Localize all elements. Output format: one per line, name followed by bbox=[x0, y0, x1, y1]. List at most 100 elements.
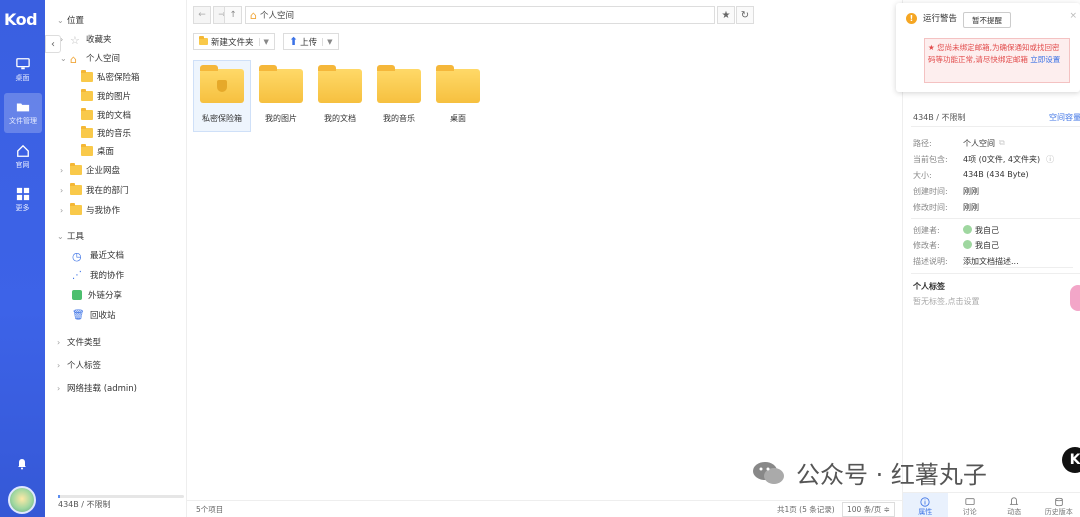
star-icon[interactable]: ★ bbox=[717, 6, 735, 24]
bind-now-link[interactable]: 立即设置 bbox=[1030, 55, 1060, 64]
chevron-down-icon[interactable]: ▼ bbox=[322, 37, 333, 46]
tree-section-tools[interactable]: ⌄ 工具 bbox=[57, 230, 84, 243]
rail-item-file-manager[interactable]: 文件管理 bbox=[4, 93, 42, 133]
folder-icon bbox=[81, 144, 93, 156]
tab-history[interactable]: 历史版本 bbox=[1037, 493, 1080, 517]
folder-icon bbox=[259, 65, 303, 103]
info-modifier: 修改者: 我自己 bbox=[913, 240, 999, 250]
clock-icon: ◷ bbox=[72, 250, 82, 263]
file-item[interactable]: 我的音乐 bbox=[370, 60, 428, 132]
grid-icon bbox=[16, 187, 29, 201]
up-button[interactable]: ↑ bbox=[224, 6, 242, 24]
back-button[interactable]: ← bbox=[193, 6, 211, 24]
star-icon: ☆ bbox=[70, 34, 80, 47]
close-icon[interactable]: × bbox=[1069, 11, 1077, 21]
tree-item-documents[interactable]: 我的文档 bbox=[81, 108, 131, 121]
tree-item-my-collab[interactable]: ⋰ 我的协作 bbox=[72, 269, 124, 281]
upload-button[interactable]: ⬆ 上传 ▼ bbox=[282, 33, 339, 50]
collapse-tree-button[interactable]: ‹ bbox=[45, 35, 61, 53]
quota-link[interactable]: 空间容量 bbox=[1049, 112, 1080, 123]
info-size: 大小: 434B (434 Byte) bbox=[913, 170, 1029, 180]
snooze-button[interactable]: 暂不提醒 bbox=[963, 12, 1011, 28]
folder-icon bbox=[81, 89, 93, 101]
folder-tree: ⌄ 位置 › ☆ 收藏夹 ⌄ ⌂ 个人空间 私密保险箱 我的图片 我的文档 我的音乐 桌面… bbox=[45, 0, 187, 517]
folder-icon bbox=[436, 65, 480, 103]
tree-item-department[interactable]: › 我在的部门 bbox=[60, 183, 129, 196]
desc-input[interactable]: 添加文档描述... bbox=[963, 256, 1073, 268]
tree-item-music[interactable]: 我的音乐 bbox=[81, 126, 131, 139]
tree-item-desktop[interactable]: 桌面 bbox=[81, 144, 114, 157]
folder-icon bbox=[81, 126, 93, 138]
asterisk-icon: ★ bbox=[928, 43, 935, 52]
nav-rail: Kod 桌面 文件管理 官网 更多 bbox=[0, 0, 45, 517]
chevron-right-icon: › bbox=[57, 360, 61, 370]
bell-icon[interactable] bbox=[16, 458, 28, 470]
chevron-right-icon: › bbox=[60, 34, 64, 44]
tree-item-recent[interactable]: ◷ 最近文档 bbox=[72, 249, 124, 263]
copy-icon[interactable]: ⧉ bbox=[999, 138, 1005, 149]
per-page-select[interactable]: 100 条/页 ≑ bbox=[842, 502, 895, 517]
tree-section-filetype[interactable]: › 文件类型 bbox=[57, 336, 101, 349]
tree-item-recycle[interactable]: 🗑 回收站 bbox=[72, 309, 116, 321]
breadcrumb-item[interactable]: 个人空间 bbox=[260, 9, 294, 21]
file-grid: 私密保险箱 我的图片 我的文档 我的音乐 桌面 bbox=[193, 60, 488, 132]
file-item[interactable]: 我的图片 bbox=[252, 60, 310, 132]
new-folder-button[interactable]: 新建文件夹 ▼ bbox=[193, 33, 275, 50]
floating-handle[interactable] bbox=[1070, 285, 1080, 311]
tab-properties[interactable]: 属性 bbox=[903, 493, 948, 517]
chevron-down-icon[interactable]: ▼ bbox=[258, 37, 269, 46]
tags-title: 个人标签 bbox=[913, 282, 945, 291]
info-quota: 434B / 不限制 空间容量 bbox=[913, 112, 1080, 123]
tree-item-vault[interactable]: 私密保险箱 bbox=[81, 70, 140, 83]
link-share-icon bbox=[72, 290, 82, 300]
avatar[interactable] bbox=[8, 486, 36, 514]
app-logo[interactable]: Kod bbox=[4, 10, 38, 29]
quota-text: 434B / 不限制 bbox=[58, 500, 111, 509]
chevron-right-icon: › bbox=[60, 185, 64, 195]
rail-item-website[interactable]: 官网 bbox=[0, 137, 45, 177]
tree-section-location[interactable]: ⌄ 位置 bbox=[57, 14, 84, 27]
bell-icon bbox=[1009, 497, 1019, 505]
info-icon[interactable]: ⓘ bbox=[1046, 154, 1054, 165]
folder-icon bbox=[16, 103, 30, 112]
home-icon bbox=[16, 144, 29, 157]
vault-folder-icon bbox=[200, 65, 244, 103]
rail-label: 官网 bbox=[15, 161, 30, 169]
file-main: ← → ↑ ⌂ 个人空间 ★ ↻ 新建文件夹 ▼ ⬆ 上传 ▼ 私密保险箱 我的… bbox=[187, 0, 902, 517]
share-nodes-icon: ⋰ bbox=[72, 270, 82, 281]
tree-section-netmount[interactable]: › 网络挂载 (admin) bbox=[57, 382, 137, 395]
info-creator: 创建者: 我自己 bbox=[913, 225, 999, 235]
file-item[interactable]: 私密保险箱 bbox=[193, 60, 251, 132]
watermark: 公众号 · 红薯丸子 bbox=[752, 455, 987, 490]
rail-item-more[interactable]: 更多 bbox=[0, 180, 45, 220]
rail-item-desktop[interactable]: 桌面 bbox=[0, 50, 45, 90]
file-item[interactable]: 桌面 bbox=[429, 60, 487, 132]
tags-hint[interactable]: 暂无标签,点击设置 bbox=[913, 296, 980, 307]
upload-icon: ⬆ bbox=[288, 35, 299, 48]
tree-item-favorites[interactable]: › ☆ 收藏夹 bbox=[60, 33, 112, 47]
breadcrumb[interactable]: ↑ ⌂ 个人空间 bbox=[224, 6, 715, 24]
tree-item-collab[interactable]: › 与我协作 bbox=[60, 203, 120, 216]
info-modified: 修改时间: 刚刚 bbox=[913, 203, 979, 212]
folder-icon bbox=[81, 70, 93, 82]
tab-discussion[interactable]: 讨论 bbox=[948, 493, 993, 517]
home-folder-icon: ⌂ bbox=[70, 53, 77, 66]
tree-item-pictures[interactable]: 我的图片 bbox=[81, 89, 131, 102]
info-contains: 当前包含: 4项 (0文件, 4文件夹) ⓘ bbox=[913, 154, 1055, 165]
wechat-icon bbox=[753, 461, 784, 484]
chevron-down-icon: ⌄ bbox=[57, 15, 64, 25]
tree-item-personal[interactable]: ⌄ ⌂ 个人空间 bbox=[60, 52, 120, 66]
chevron-down-icon: ⌄ bbox=[60, 53, 67, 63]
tree-item-enterprise[interactable]: › 企业网盘 bbox=[60, 163, 120, 176]
folder-icon bbox=[377, 65, 421, 103]
refresh-icon[interactable]: ↻ bbox=[736, 6, 754, 24]
tab-activity[interactable]: 动态 bbox=[992, 493, 1037, 517]
folder-icon bbox=[70, 203, 82, 215]
file-item[interactable]: 我的文档 bbox=[311, 60, 369, 132]
chat-icon bbox=[965, 498, 975, 505]
warning-header: ! 运行警告 bbox=[906, 12, 957, 24]
tree-item-link-share[interactable]: 外链分享 bbox=[72, 289, 122, 301]
info-icon bbox=[920, 497, 930, 507]
home-folder-icon: ⌂ bbox=[250, 8, 257, 22]
tree-section-tags[interactable]: › 个人标签 bbox=[57, 359, 101, 372]
